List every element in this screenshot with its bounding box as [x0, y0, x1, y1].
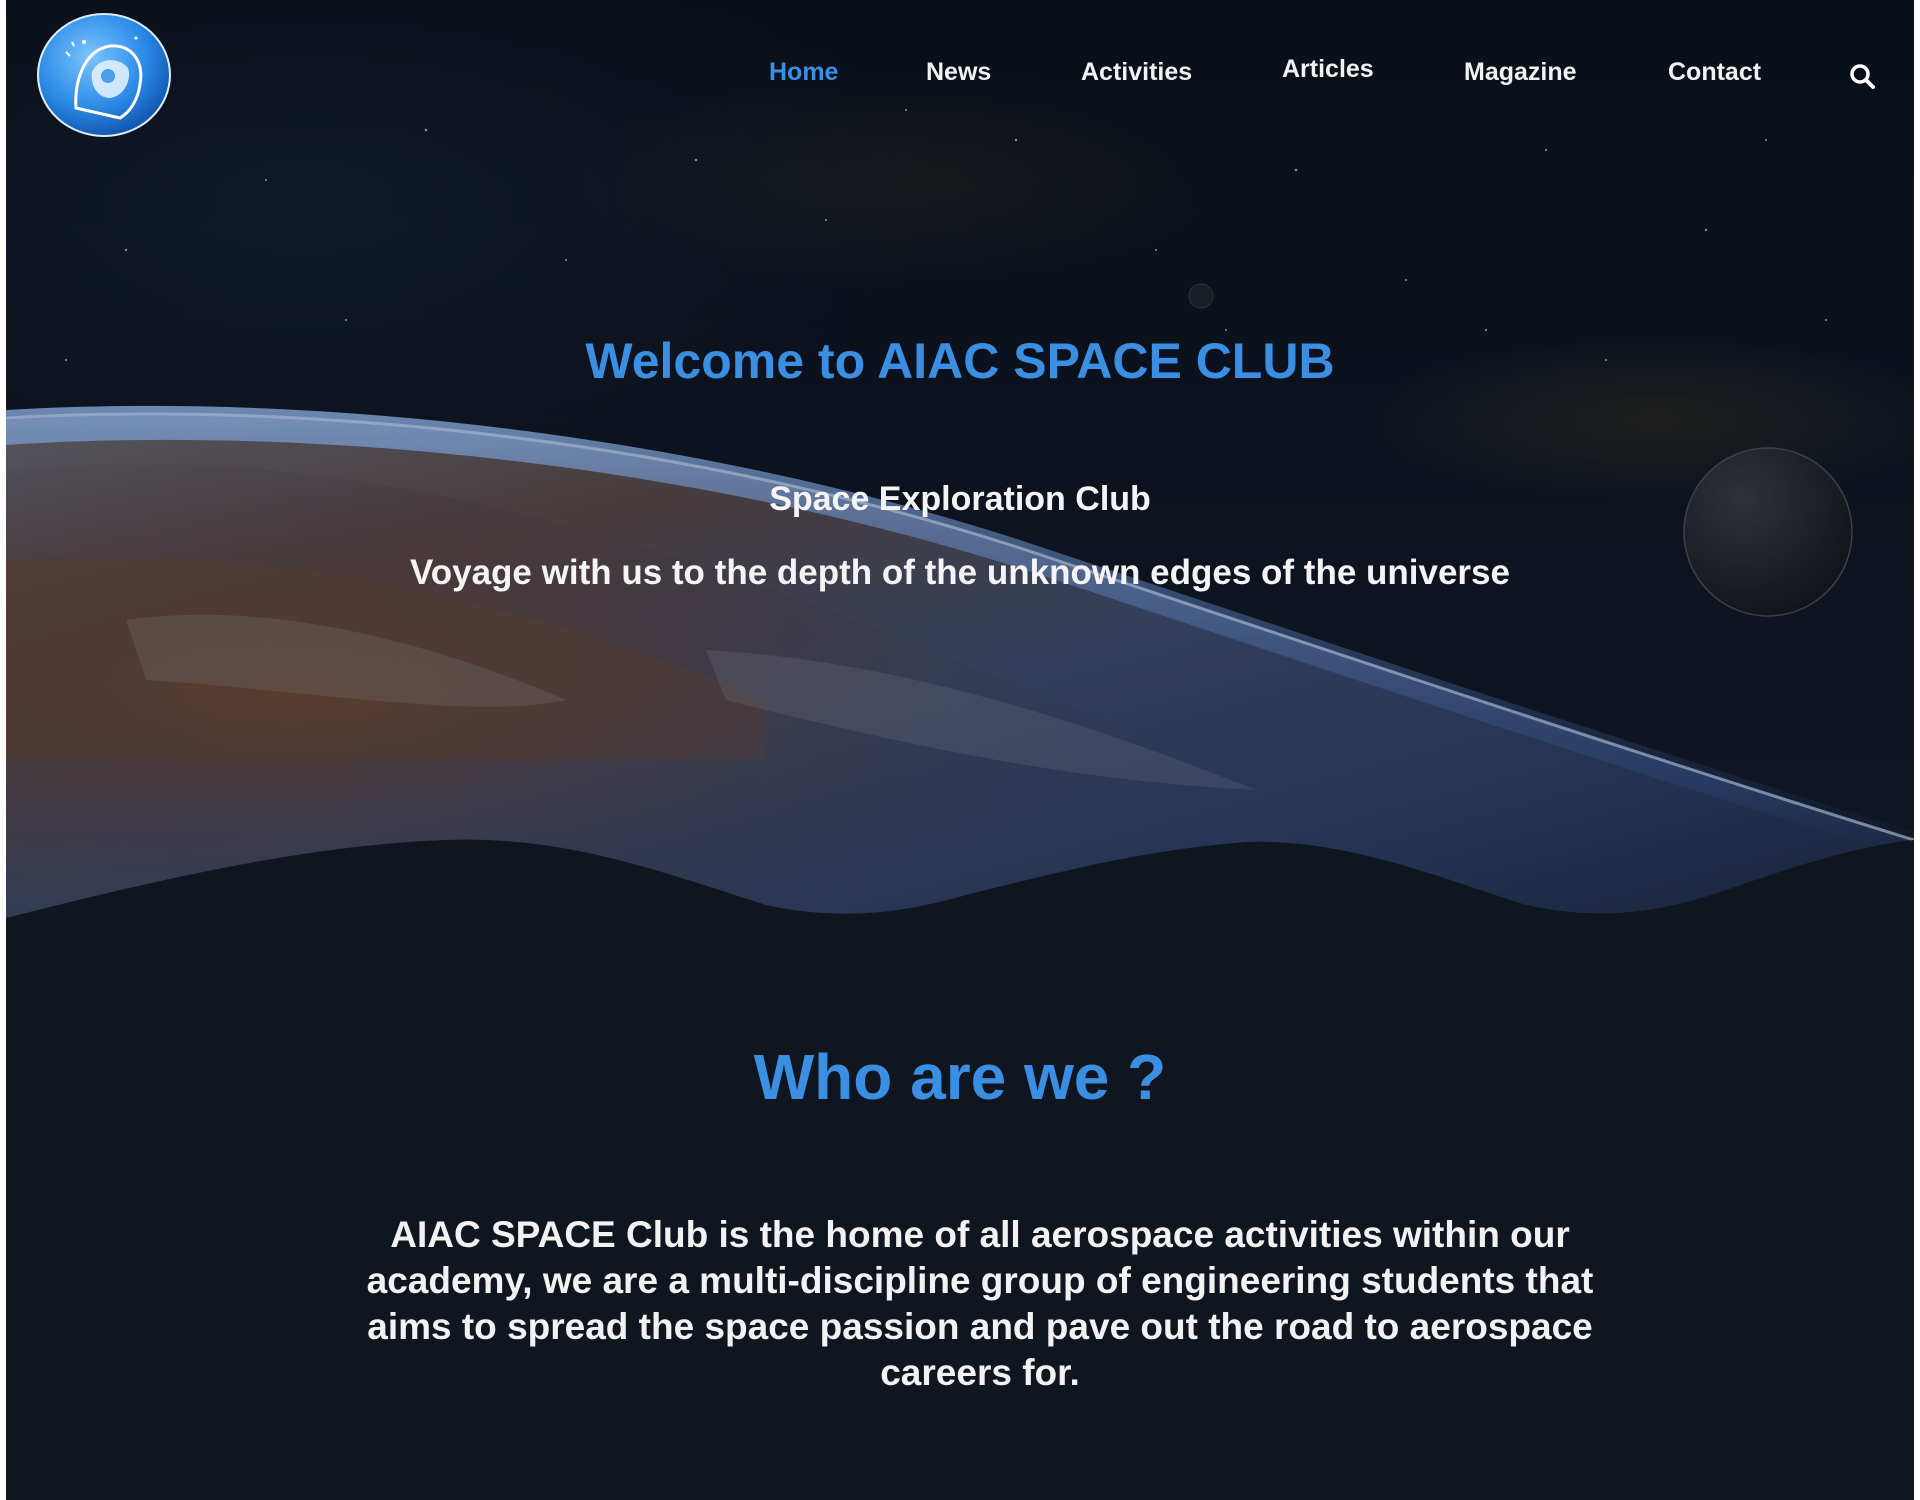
- hero-tagline: Voyage with us to the depth of the unkno…: [410, 553, 1510, 592]
- hero-subtitle: Space Exploration Club: [769, 480, 1151, 518]
- search-button[interactable]: [1846, 60, 1880, 94]
- about-description: AIAC SPACE Club is the home of all aeros…: [366, 1214, 1594, 1393]
- hero-background-image: [6, 0, 1914, 930]
- about-title: Who are we ?: [753, 1041, 1167, 1113]
- nav-item-home[interactable]: Home: [769, 58, 838, 87]
- main-navigation: Home News Activities Articles Magazine C…: [6, 55, 1914, 98]
- search-icon: [1850, 64, 1875, 89]
- hero-title: Welcome to AIAC SPACE CLUB: [585, 333, 1335, 389]
- nav-item-contact[interactable]: Contact: [1668, 58, 1761, 87]
- hero-section: Home News Activities Articles Magazine C…: [6, 0, 1914, 930]
- nav-item-magazine[interactable]: Magazine: [1464, 58, 1577, 87]
- page: Home News Activities Articles Magazine C…: [6, 0, 1914, 1500]
- nav-item-activities[interactable]: Activities: [1081, 58, 1192, 87]
- nav-item-news[interactable]: News: [926, 58, 991, 87]
- nav-item-articles[interactable]: Articles: [1282, 55, 1374, 84]
